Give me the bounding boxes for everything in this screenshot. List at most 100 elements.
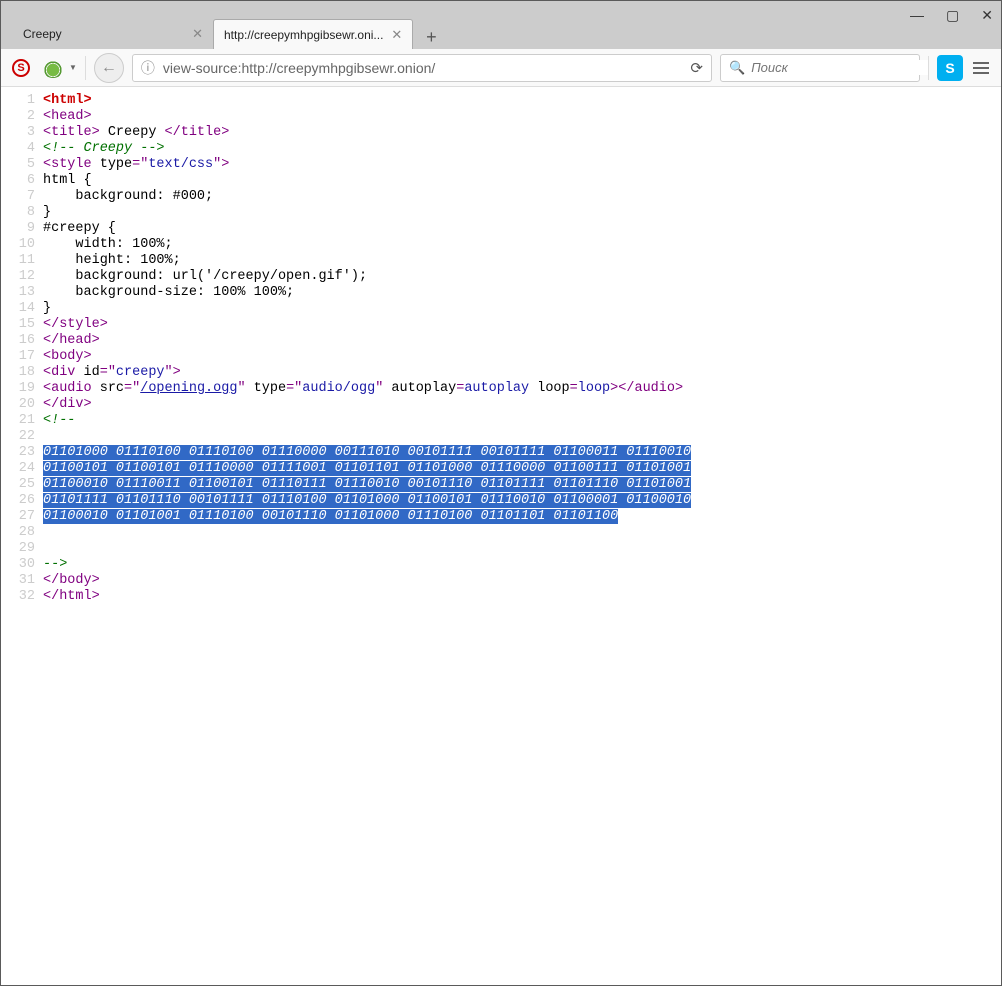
line-number: 29 [1, 541, 43, 557]
source-line[interactable]: 7 background: #000; [1, 189, 1001, 205]
new-tab-button[interactable]: + [417, 25, 445, 49]
close-button[interactable]: ✕ [981, 7, 993, 24]
line-content[interactable]: background: #000; [43, 189, 1001, 205]
minimize-button[interactable]: — [910, 7, 924, 23]
line-content[interactable]: background-size: 100% 100%; [43, 285, 1001, 301]
menu-button[interactable] [967, 54, 995, 82]
line-number: 22 [1, 429, 43, 445]
line-content[interactable]: </style> [43, 317, 1001, 333]
line-content[interactable]: </head> [43, 333, 1001, 349]
line-content[interactable]: 01101000 01110100 01110100 01110000 0011… [43, 445, 1001, 461]
line-content[interactable] [43, 429, 1001, 445]
line-content[interactable]: <head> [43, 109, 1001, 125]
line-content[interactable]: 01100010 01110011 01100101 01110111 0111… [43, 477, 1001, 493]
tab-viewsource[interactable]: http://creepymhpgibsewr.oni... ✕ [213, 19, 413, 49]
source-line[interactable]: 2701100010 01101001 01110100 00101110 01… [1, 509, 1001, 525]
chevron-down-icon[interactable]: ▼ [69, 63, 77, 72]
line-content[interactable]: </body> [43, 573, 1001, 589]
source-line[interactable]: 29 [1, 541, 1001, 557]
source-line[interactable]: 14} [1, 301, 1001, 317]
source-line[interactable]: 18<div id="creepy"> [1, 365, 1001, 381]
source-line[interactable]: 2<head> [1, 109, 1001, 125]
source-line[interactable]: 8} [1, 205, 1001, 221]
line-content[interactable]: } [43, 301, 1001, 317]
line-content[interactable]: <!-- Creepy --> [43, 141, 1001, 157]
source-line[interactable]: 16</head> [1, 333, 1001, 349]
line-content[interactable]: 01100010 01101001 01110100 00101110 0110… [43, 509, 1001, 525]
source-line[interactable]: 13 background-size: 100% 100%; [1, 285, 1001, 301]
line-content[interactable]: </html> [43, 589, 1001, 605]
line-number: 8 [1, 205, 43, 221]
source-line[interactable]: 22 [1, 429, 1001, 445]
line-number: 1 [1, 93, 43, 109]
line-content[interactable]: <title> Creepy </title> [43, 125, 1001, 141]
line-number: 15 [1, 317, 43, 333]
line-content[interactable] [43, 541, 1001, 557]
line-content[interactable]: <!-- [43, 413, 1001, 429]
source-line[interactable]: 19<audio src="/opening.ogg" type="audio/… [1, 381, 1001, 397]
line-content[interactable]: <div id="creepy"> [43, 365, 1001, 381]
line-content[interactable]: 01100101 01100101 01110000 01111001 0110… [43, 461, 1001, 477]
line-content[interactable]: html { [43, 173, 1001, 189]
source-line[interactable]: 20</div> [1, 397, 1001, 413]
source-line[interactable]: 32</html> [1, 589, 1001, 605]
info-icon[interactable]: ⓘ [141, 58, 155, 78]
line-number: 23 [1, 445, 43, 461]
search-bar[interactable]: 🔍 [720, 54, 920, 82]
line-content[interactable]: width: 100%; [43, 237, 1001, 253]
line-number: 10 [1, 237, 43, 253]
line-content[interactable]: #creepy { [43, 221, 1001, 237]
source-line[interactable]: 31</body> [1, 573, 1001, 589]
source-line[interactable]: 10 width: 100%; [1, 237, 1001, 253]
tor-onion-button[interactable] [39, 54, 67, 82]
line-content[interactable]: height: 100%; [43, 253, 1001, 269]
titlebar: — ▢ ✕ Creepy ✕ http://creepymhpgibsewr.o… [1, 1, 1001, 49]
line-content[interactable]: <body> [43, 349, 1001, 365]
source-line[interactable]: 6html { [1, 173, 1001, 189]
line-content[interactable] [43, 525, 1001, 541]
search-input[interactable] [751, 60, 929, 75]
line-content[interactable]: 01101111 01101110 00101111 01110100 0110… [43, 493, 1001, 509]
back-button[interactable]: ← [94, 53, 124, 83]
line-number: 27 [1, 509, 43, 525]
reload-icon[interactable]: ⟳ [690, 59, 703, 77]
maximize-button[interactable]: ▢ [946, 7, 959, 24]
source-line[interactable]: 5<style type="text/css"> [1, 157, 1001, 173]
source-line[interactable]: 15</style> [1, 317, 1001, 333]
line-content[interactable]: </div> [43, 397, 1001, 413]
source-line[interactable]: 21<!-- [1, 413, 1001, 429]
source-line[interactable]: 2501100010 01110011 01100101 01110111 01… [1, 477, 1001, 493]
source-line[interactable]: 2601101111 01101110 00101111 01110100 01… [1, 493, 1001, 509]
source-line[interactable]: 17<body> [1, 349, 1001, 365]
url-input[interactable] [163, 60, 683, 76]
source-line[interactable]: 2301101000 01110100 01110100 01110000 00… [1, 445, 1001, 461]
noscript-button[interactable]: S [7, 54, 35, 82]
tab-creepy[interactable]: Creepy ✕ [13, 19, 213, 49]
source-line[interactable]: 12 background: url('/creepy/open.gif'); [1, 269, 1001, 285]
line-content[interactable]: <style type="text/css"> [43, 157, 1001, 173]
close-icon[interactable]: ✕ [391, 27, 402, 43]
skype-button[interactable]: S [937, 55, 963, 81]
source-line[interactable]: 9#creepy { [1, 221, 1001, 237]
line-number: 11 [1, 253, 43, 269]
source-line[interactable]: 28 [1, 525, 1001, 541]
source-line[interactable]: 4<!-- Creepy --> [1, 141, 1001, 157]
line-number: 9 [1, 221, 43, 237]
source-viewer[interactable]: 1<html>2<head>3<title> Creepy </title>4<… [1, 87, 1001, 985]
line-content[interactable]: <audio src="/opening.ogg" type="audio/og… [43, 381, 1001, 397]
source-line[interactable]: 11 height: 100%; [1, 253, 1001, 269]
source-line[interactable]: 3<title> Creepy </title> [1, 125, 1001, 141]
line-number: 20 [1, 397, 43, 413]
source-line[interactable]: 30--> [1, 557, 1001, 573]
line-content[interactable]: --> [43, 557, 1001, 573]
line-content[interactable]: } [43, 205, 1001, 221]
url-bar[interactable]: ⓘ ⟳ [132, 54, 712, 82]
source-line[interactable]: 1<html> [1, 93, 1001, 109]
line-number: 17 [1, 349, 43, 365]
line-content[interactable]: background: url('/creepy/open.gif'); [43, 269, 1001, 285]
close-icon[interactable]: ✕ [192, 26, 203, 42]
source-line[interactable]: 2401100101 01100101 01110000 01111001 01… [1, 461, 1001, 477]
line-number: 24 [1, 461, 43, 477]
noscript-icon: S [12, 59, 30, 77]
line-content[interactable]: <html> [43, 93, 1001, 109]
